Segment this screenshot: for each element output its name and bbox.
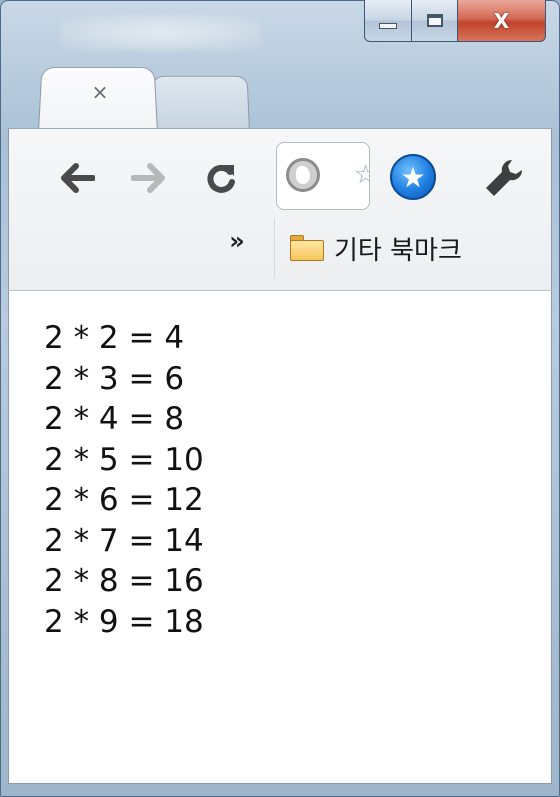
table-line: 2 * 8 = 16	[44, 563, 204, 599]
reload-icon	[207, 164, 235, 193]
window-caption-buttons: X	[364, 0, 546, 42]
close-icon: X	[493, 8, 510, 33]
forward-arrow-icon	[131, 163, 165, 193]
maximize-icon	[426, 14, 443, 27]
minimize-icon	[379, 22, 397, 29]
forward-button[interactable]	[122, 148, 174, 208]
tab-close-icon[interactable]: ×	[88, 80, 112, 104]
minimize-button[interactable]	[364, 0, 412, 42]
bookmark-folder-label: 기타 북마크	[334, 235, 462, 266]
other-bookmarks-folder[interactable]: 기타 북마크	[290, 226, 462, 270]
folder-icon	[290, 235, 324, 261]
window-title-blur	[61, 15, 261, 51]
table-line: 2 * 5 = 10	[44, 441, 204, 478]
maximize-button[interactable]	[412, 0, 458, 42]
close-window-button[interactable]: X	[458, 0, 546, 42]
table-line: 2 * 6 = 12	[44, 482, 204, 518]
multiplication-table: 2 * 2 = 4 2 * 3 = 6 2 * 4 = 8 2 * 5 = 10…	[44, 318, 204, 642]
back-arrow-icon	[61, 163, 95, 193]
globe-icon	[286, 158, 320, 192]
extension-star-icon[interactable]: ★	[390, 154, 436, 200]
table-line: 2 * 2 = 4	[44, 320, 185, 356]
wrench-menu-button[interactable]	[476, 150, 532, 206]
wrench-icon	[486, 159, 523, 196]
bookmark-bar-separator	[274, 218, 275, 278]
reload-button[interactable]	[196, 148, 246, 208]
table-line: 2 * 4 = 8	[44, 401, 185, 437]
bookmark-star-icon[interactable]: ☆	[354, 160, 370, 190]
table-line: 2 * 7 = 14	[44, 522, 204, 559]
back-button[interactable]	[52, 148, 104, 208]
tab-new[interactable]	[150, 75, 250, 132]
table-line: 2 * 3 = 6	[44, 360, 185, 397]
table-line: 2 * 9 = 18	[44, 603, 204, 640]
bookmarks-overflow-chevron-icon[interactable]: »	[222, 226, 252, 256]
